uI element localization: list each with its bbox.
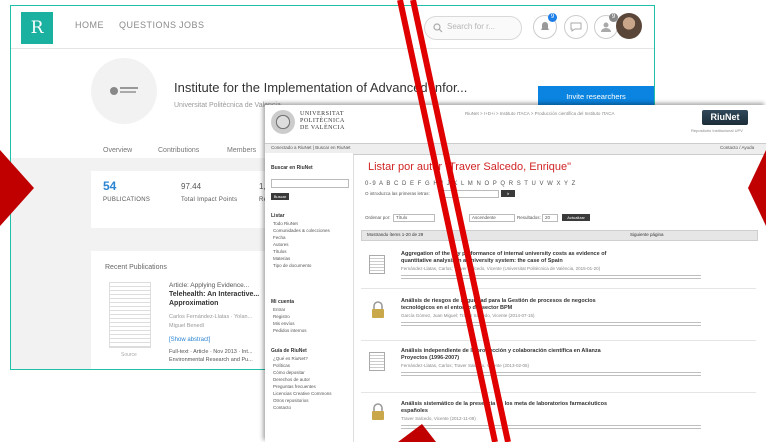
red-diagonal-lines	[397, 0, 511, 442]
bottom-red-arrow-icon	[398, 424, 436, 442]
left-red-arrow-icon	[0, 150, 34, 226]
red-overlay	[0, 0, 766, 442]
right-red-arrow-icon	[748, 150, 766, 226]
